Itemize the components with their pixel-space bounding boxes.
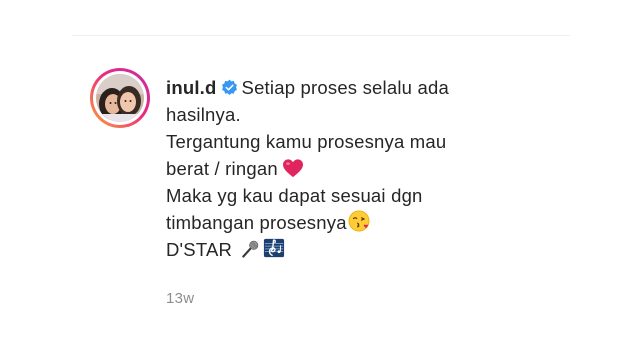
face-blowing-kiss-icon bbox=[348, 210, 370, 232]
red-heart-icon bbox=[282, 158, 304, 178]
comment-timestamp[interactable]: 13w bbox=[166, 290, 194, 307]
comment-text-line-2: hasilnya. bbox=[166, 104, 241, 125]
top-divider bbox=[72, 35, 570, 36]
comment-line-1: inul.d Setiap proses selalu ada bbox=[166, 74, 526, 101]
musical-score-icon bbox=[263, 237, 285, 259]
comment-text-line-3: Tergantung kamu prosesnya mau bbox=[166, 131, 447, 152]
microphone-icon bbox=[240, 239, 260, 259]
comment-text-line-5: Maka yg kau dapat sesuai dgn bbox=[166, 185, 423, 206]
comment-text-line-1: Setiap proses selalu ada bbox=[241, 77, 449, 98]
comment-body: inul.d Setiap proses selalu ada hasilnya.… bbox=[166, 74, 526, 263]
comment-line-6: timbangan prosesnya bbox=[166, 209, 526, 236]
username-link[interactable]: inul.d bbox=[166, 77, 217, 98]
verified-badge-icon bbox=[221, 76, 238, 95]
comment-text-line-7: D'STAR bbox=[166, 239, 233, 260]
comment-line-4: berat / ringan bbox=[166, 155, 526, 182]
comment-text-line-4: berat / ringan bbox=[166, 158, 278, 179]
comment-line-7: D'STAR bbox=[166, 236, 526, 263]
avatar[interactable] bbox=[96, 74, 144, 122]
comment-text-line-6: timbangan prosesnya bbox=[166, 212, 347, 233]
